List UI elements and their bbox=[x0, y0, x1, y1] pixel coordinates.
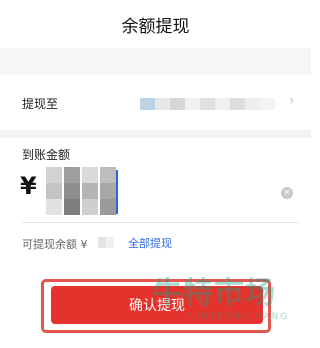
page-title: 余额提现 bbox=[121, 16, 190, 37]
amount-title: 到账金额 bbox=[22, 148, 71, 162]
withdraw-to-row[interactable]: 提现至 › bbox=[0, 75, 311, 130]
currency-symbol: ¥ bbox=[20, 172, 37, 200]
clear-icon[interactable]: × bbox=[281, 187, 293, 199]
section-divider bbox=[0, 130, 311, 138]
withdraw-to-label: 提现至 bbox=[22, 97, 59, 111]
confirm-withdraw-button[interactable]: 确认提现 bbox=[51, 286, 263, 324]
redacted-account bbox=[140, 98, 275, 110]
withdraw-all-link[interactable]: 全部提现 bbox=[128, 235, 172, 251]
chevron-right-icon: › bbox=[289, 93, 295, 109]
amount-input[interactable] bbox=[46, 167, 116, 215]
section-spacer bbox=[0, 48, 311, 75]
available-balance-label: 可提现余额 ¥ bbox=[22, 238, 88, 251]
amount-underline bbox=[22, 222, 299, 223]
text-caret bbox=[116, 170, 118, 214]
redacted-balance bbox=[98, 237, 114, 248]
